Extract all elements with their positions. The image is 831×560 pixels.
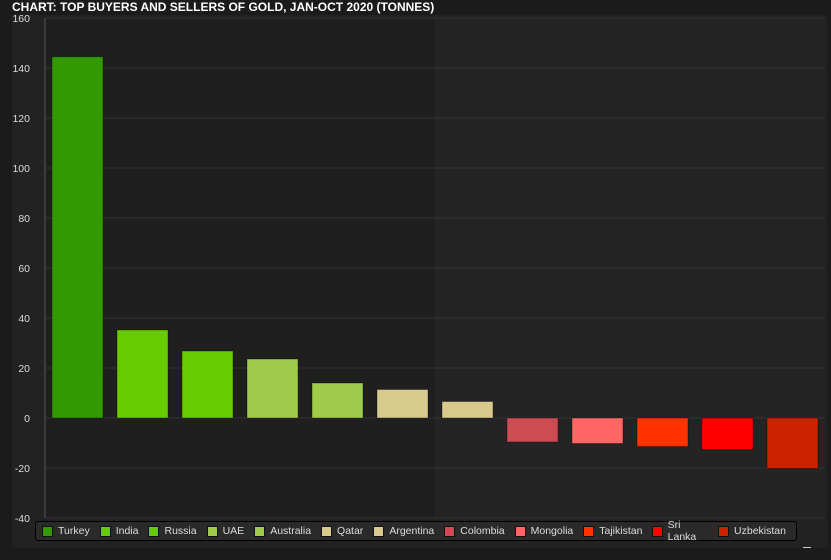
bar-turkey [51,56,104,419]
legend-item[interactable]: Colombia [444,525,505,537]
chart-title: CHART: TOP BUYERS AND SELLERS OF GOLD, J… [12,0,435,14]
legend-item[interactable]: Argentina [373,525,434,537]
legend-label: Argentina [389,525,435,537]
bar-qatar [376,389,429,419]
bar-tajikistan [636,417,689,447]
bar-russia [181,350,234,419]
bar-sri-lanka [701,417,754,450]
resize-handle [803,547,811,548]
legend-swatch [206,525,218,537]
legend-item[interactable]: Uzbekistan [718,525,786,537]
bar-chart: -40 -20 0 20 40 60 80 100 120 140 160 [12,13,825,525]
legend-swatch [42,525,53,537]
bar-mongolia [571,417,624,444]
bar-australia [311,382,364,419]
legend-label: Sri Lanka [667,519,697,543]
legend-item[interactable]: Mongolia [514,525,574,537]
legend-label: Russia [164,525,197,537]
bar-india [116,329,169,419]
y-tick-label: 0 [24,413,30,425]
legend: Turkey India Russia UAE Australia Qatar Argent… [35,519,797,543]
legend-item[interactable]: Russia [148,525,197,537]
legend-item[interactable]: India [99,525,139,537]
legend-label: Uzbekistan [734,525,786,537]
y-tick-label: -40 [15,513,30,525]
legend-label: India [115,525,139,537]
y-tick-label: 100 [12,163,30,175]
y-tick-label: -20 [15,463,30,475]
legend-label: Australia [270,525,312,537]
legend-label: Qatar [337,525,364,537]
y-tick-label: 20 [18,363,30,375]
y-tick-label: 60 [18,263,30,275]
y-tick-label: 120 [12,113,30,125]
legend-label: UAE [222,525,245,537]
bar-uae [246,358,299,419]
legend-item[interactable]: Sri Lanka [652,519,708,543]
legend-label: Mongolia [530,525,574,537]
bar-argentina [441,401,494,419]
legend-label: Tajikistan [599,525,643,537]
legend-swatch [148,525,160,537]
legend-swatch [514,525,526,537]
legend-swatch [254,525,266,537]
legend-swatch [321,525,333,537]
legend-swatch [718,525,730,537]
bar-colombia [506,417,559,443]
y-tick-label: 40 [18,313,30,325]
legend-swatch [652,525,663,537]
legend-item[interactable]: Turkey [42,525,90,537]
legend-label: Turkey [58,525,90,537]
legend-item[interactable]: UAE [206,525,245,537]
legend-swatch [373,525,385,537]
y-tick-label: 80 [18,213,30,225]
y-tick-label: 140 [12,63,30,75]
legend-item[interactable]: Qatar [321,525,363,537]
legend-swatch [583,525,595,537]
legend-item[interactable]: Tajikistan [583,525,642,537]
legend-label: Colombia [460,525,505,537]
y-tick-label: 160 [12,13,30,25]
legend-item[interactable]: Australia [254,525,311,537]
legend-swatch [99,525,111,537]
legend-swatch [444,525,456,537]
bar-uzbekistan [766,417,819,469]
